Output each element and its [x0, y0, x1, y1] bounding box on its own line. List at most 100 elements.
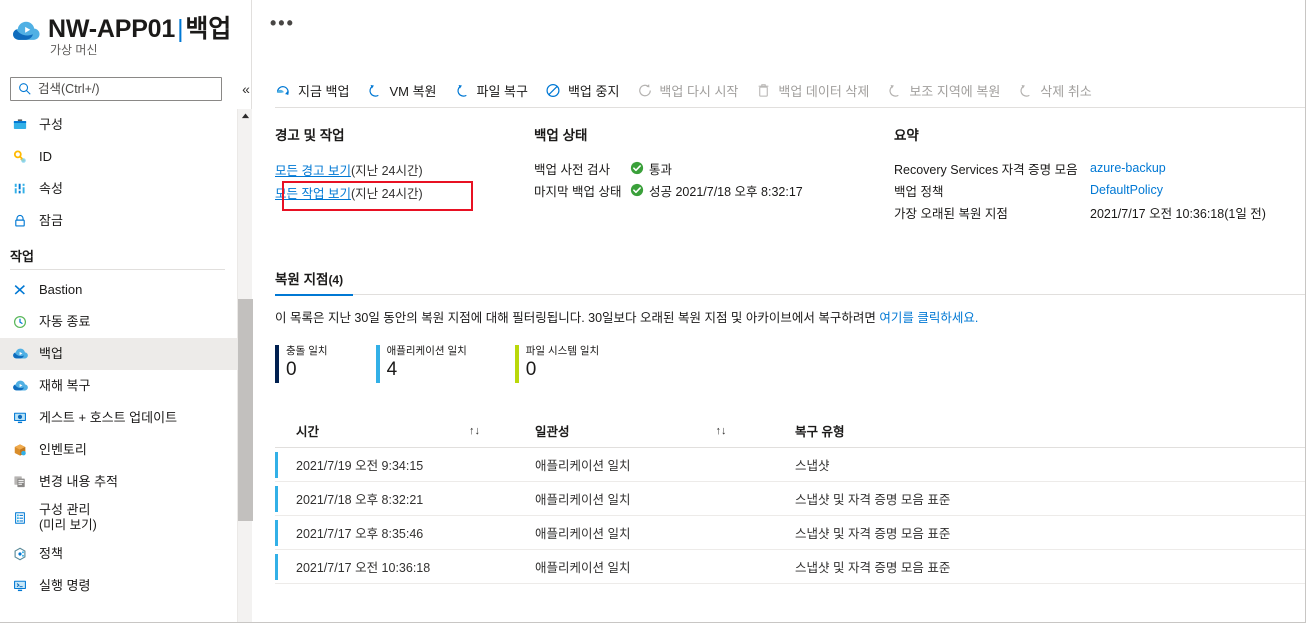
view-all-alerts-link[interactable]: 모든 경고 보기 [275, 160, 351, 179]
row-accent-bar [275, 486, 278, 512]
stat-label: 충돌 일치 [286, 345, 328, 357]
view-all-alerts-suffix: (지난 24시간) [350, 163, 423, 178]
tab-restore-points[interactable]: 복원 지점(4) [275, 268, 353, 296]
restore-vm-button[interactable]: VM 복원 [366, 75, 437, 105]
page-title: NW-APP01|백업 [48, 9, 231, 45]
success-check-icon [630, 183, 644, 197]
stat-value: 0 [525, 359, 537, 380]
sidebar-item-guest-host-updates[interactable]: 게스트 + 호스트 업데이트 [0, 402, 237, 434]
sidebar-item-label: Bastion [39, 281, 83, 297]
sidebar-item-label: 인벤토리 [39, 441, 87, 457]
row-accent-bar [275, 554, 278, 580]
sidebar-item-configuration-management[interactable]: 구성 관리 (미리 보기) [0, 498, 237, 538]
sidebar-item-label-group: 구성 관리 (미리 보기) [39, 502, 97, 532]
sidebar-item-disaster-recovery[interactable]: 재해 복구 [0, 370, 237, 402]
file-recovery-icon [454, 82, 471, 98]
recovery-vault-label: Recovery Services 자격 증명 모음 [894, 162, 1078, 177]
search-row: « [10, 77, 252, 103]
alerts-and-jobs-panel: 경고 및 작업 모든 경고 보기 (지난 24시간) 모든 작업 보기 (지난 … [275, 124, 535, 203]
table-row[interactable]: 2021/7/19 오전 9:34:15 애플리케이션 일치 스냅샷 [275, 448, 1305, 482]
command-bar: 지금 백업 VM 복원 파일 복구 백업 중지 백업 다시 시작 백업 데이터 … [253, 74, 1305, 106]
table-row[interactable]: 2021/7/17 오전 10:36:18 애플리케이션 일치 스냅샷 및 자격… [275, 550, 1305, 584]
tab-strip-divider [275, 294, 1305, 295]
view-all-alerts-row[interactable]: 모든 경고 보기 (지난 24시간) [275, 157, 535, 181]
column-header-recovery-type: 복구 유형 [795, 425, 845, 439]
sidebar-item-lock[interactable]: 잠금 [0, 205, 237, 237]
sidebar-item-label: 정책 [39, 545, 63, 561]
search-input[interactable] [36, 78, 218, 100]
column-header-time: 시간 ↑↓ [275, 421, 535, 440]
sidebar-item-label: 구성 관리 [39, 502, 91, 518]
stat-application-consistent: 애플리케이션 일치 4 [375, 345, 467, 383]
disaster-recovery-cloud-icon [10, 377, 30, 395]
title-separator: | [177, 15, 184, 43]
view-all-jobs-row[interactable]: 모든 작업 보기 (지난 24시간) [275, 181, 535, 203]
recovery-vault-link[interactable]: azure-backup [1090, 161, 1166, 175]
command-label: 백업 중지 [567, 83, 620, 99]
cell-consistency: 애플리케이션 일치 [535, 459, 631, 473]
search-icon [18, 82, 32, 96]
sidebar-item-label: 재해 복구 [39, 377, 91, 393]
search-input-container[interactable] [10, 77, 222, 101]
stop-backup-button[interactable]: 백업 중지 [545, 75, 619, 105]
sort-updown-icon[interactable]: ↑↓ [469, 425, 480, 437]
sidebar-item-properties[interactable]: 속성 [0, 173, 237, 205]
stat-label: 파일 시스템 일치 [525, 345, 600, 357]
backup-status-panel: 백업 상태 백업 사전 검사 통과 마지막 백업 상태 성공 2021/7/18… [534, 124, 869, 201]
scroll-up-arrow-icon[interactable] [238, 109, 253, 123]
cell-recovery-type: 스냅샷 [795, 459, 830, 473]
resource-left-pane: NW-APP01|백업 가상 머신 « [0, 0, 253, 622]
summary-panel: 요약 Recovery Services 자격 증명 모음 azure-back… [894, 124, 1304, 223]
backup-policy-row: 백업 정책 DefaultPolicy [894, 179, 1304, 201]
sidebar-item-auto-shutdown[interactable]: 자동 종료 [0, 306, 237, 338]
sidebar-item-backup[interactable]: 백업 [0, 338, 237, 370]
cell-time: 2021/7/17 오전 10:36:18 [296, 561, 431, 575]
delete-backup-data-trash-icon [755, 82, 772, 98]
stat-crash-consistent: 충돌 일치 0 [275, 345, 328, 383]
sidebar-item-label: 게스트 + 호스트 업데이트 [39, 409, 178, 425]
identity-key-icon [10, 148, 30, 166]
restore-points-table: 시간 ↑↓ 일관성 ↑↓ 복구 유형 2021/7/19 오전 9:34:15 … [275, 414, 1305, 584]
sidebar-item-bastion[interactable]: Bastion [0, 274, 237, 306]
configuration-management-icon [10, 509, 30, 527]
lock-icon [10, 212, 30, 230]
auto-shutdown-clock-icon [10, 313, 30, 331]
sidebar-item-label: 실행 명령 [39, 577, 91, 593]
cell-consistency: 애플리케이션 일치 [535, 527, 631, 541]
restore-secondary-region-button: 보조 지역에 복원 [886, 75, 1000, 105]
sidebar-item-identity[interactable]: ID [0, 141, 237, 173]
properties-icon [10, 180, 30, 198]
oldest-restore-point-label: 가장 오래된 복원 지점 [894, 206, 1008, 221]
command-label: 백업 다시 시작 [659, 83, 739, 99]
sidebar-divider [10, 269, 225, 270]
stat-label: 애플리케이션 일치 [386, 345, 467, 357]
row-accent-bar [275, 520, 278, 546]
last-backup-status-value: 성공 2021/7/18 오후 8:32:17 [649, 184, 803, 199]
backup-policy-link[interactable]: DefaultPolicy [1090, 183, 1163, 197]
sidebar-item-configuration[interactable]: 구성 [0, 109, 237, 141]
table-row[interactable]: 2021/7/18 오후 8:32:21 애플리케이션 일치 스냅샷 및 자격 … [275, 482, 1305, 516]
more-menu-button[interactable]: ••• [270, 14, 295, 32]
blade-name: 백업 [185, 15, 231, 43]
backup-now-icon [275, 82, 292, 98]
sort-updown-icon[interactable]: ↑↓ [716, 425, 727, 437]
file-recovery-button[interactable]: 파일 복구 [454, 75, 528, 105]
sidebar-scrollbar-thumb[interactable] [238, 299, 253, 521]
table-row[interactable]: 2021/7/17 오후 8:35:46 애플리케이션 일치 스냅샷 및 자격 … [275, 516, 1305, 550]
sidebar-scrollbar[interactable] [237, 109, 253, 622]
sidebar-item-run-command[interactable]: 실행 명령 [0, 570, 237, 602]
view-all-jobs-link[interactable]: 모든 작업 보기 [275, 183, 351, 202]
backup-content-pane: ••• 지금 백업 VM 복원 파일 복구 백업 중지 백업 다시 시작 백업 … [253, 0, 1305, 622]
sidebar-item-inventory[interactable]: 인벤토리 [0, 434, 237, 466]
table-header-row: 시간 ↑↓ 일관성 ↑↓ 복구 유형 [275, 414, 1305, 448]
stop-backup-icon [545, 82, 562, 98]
archive-recovery-link[interactable]: 여기를 클릭하세요. [879, 311, 978, 325]
change-tracking-icon [10, 473, 30, 491]
backup-now-button[interactable]: 지금 백업 [275, 75, 349, 105]
column-header-consistency-label: 일관성 [535, 425, 570, 439]
sidebar-item-change-tracking[interactable]: 변경 내용 추적 [0, 466, 237, 498]
sidebar-item-policy[interactable]: 정책 [0, 538, 237, 570]
guest-host-updates-icon [10, 409, 30, 427]
azure-portal-backup-blade: NW-APP01|백업 가상 머신 « [0, 0, 1306, 623]
summary-panel-title: 요약 [894, 128, 919, 143]
